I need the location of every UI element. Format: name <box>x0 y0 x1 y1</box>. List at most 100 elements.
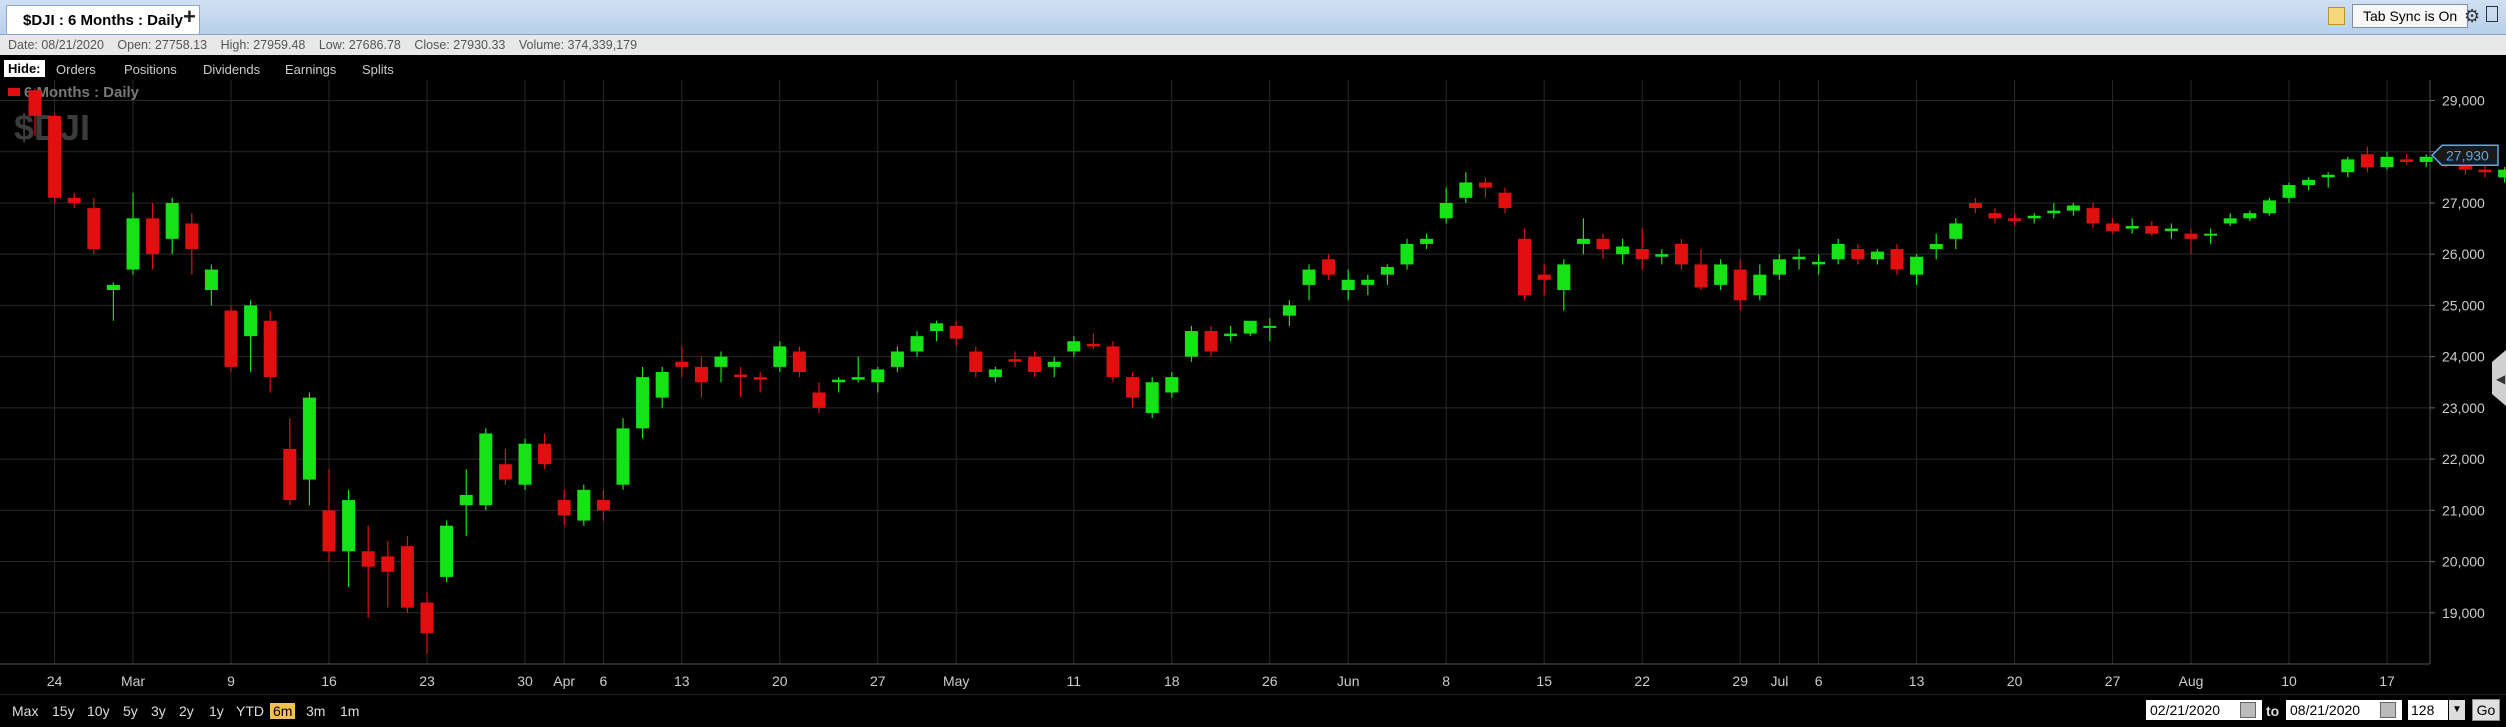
candle-body <box>715 357 728 367</box>
range-2y[interactable]: 2y <box>176 703 197 719</box>
y-tick-label: 27,000 <box>2442 195 2485 211</box>
chevron-down-icon[interactable]: ▼ <box>2449 700 2465 720</box>
hide-orders[interactable]: Orders <box>56 62 96 77</box>
candle <box>1577 218 1590 254</box>
candle-body <box>2087 208 2100 223</box>
candle-body <box>264 321 277 377</box>
candle <box>342 490 355 587</box>
candle-body <box>2341 159 2354 172</box>
candle-body <box>1303 270 1316 285</box>
range-1m[interactable]: 1m <box>337 703 362 719</box>
candle <box>2087 203 2100 229</box>
add-tab-button[interactable]: + <box>183 4 196 30</box>
candle-body <box>1087 344 1100 347</box>
candle <box>773 341 786 372</box>
range-3m[interactable]: 3m <box>303 703 328 719</box>
candle <box>1440 188 1453 224</box>
range-10y[interactable]: 10y <box>84 703 113 719</box>
tab-djx-chart[interactable]: $DJI : 6 Months : Daily <box>6 5 200 34</box>
candle <box>1479 177 1492 197</box>
candle <box>1989 208 2002 223</box>
candle <box>244 300 257 372</box>
candle <box>1734 259 1747 310</box>
candle <box>519 439 532 490</box>
candle <box>2420 154 2433 167</box>
x-tick-label: 22 <box>1634 673 1650 689</box>
candle-body <box>1871 252 1884 260</box>
candle-body <box>166 203 179 239</box>
candle-body <box>558 500 571 515</box>
candle <box>2283 182 2296 202</box>
range-15y[interactable]: 15y <box>49 703 78 719</box>
hide-positions[interactable]: Positions <box>124 62 177 77</box>
maximize-icon[interactable] <box>2486 6 2498 22</box>
range-1y[interactable]: 1y <box>206 703 227 719</box>
candle-body <box>1224 334 1237 337</box>
range-max[interactable]: Max <box>9 703 41 719</box>
candle-body <box>2283 185 2296 198</box>
candle-body <box>1655 254 1668 257</box>
candle <box>1793 249 1806 269</box>
candle-body <box>1263 326 1276 328</box>
candle-body <box>48 116 61 198</box>
gear-icon[interactable]: ⚙ <box>2464 6 2480 27</box>
candle-body <box>2224 218 2237 223</box>
candle-body <box>1342 280 1355 290</box>
bars-count-input[interactable]: 128 <box>2408 700 2448 720</box>
hide-splits[interactable]: Splits <box>362 62 394 77</box>
candle <box>1067 336 1080 356</box>
candle <box>911 331 924 357</box>
candle <box>1165 372 1178 398</box>
candle-body <box>1753 275 1766 295</box>
candle-body <box>2028 216 2041 219</box>
candle-body <box>1067 341 1080 351</box>
candle-body <box>1518 239 1531 295</box>
candle <box>538 433 551 469</box>
candle-body <box>1675 244 1688 264</box>
x-tick-label: 29 <box>1732 673 1748 689</box>
candle <box>1342 270 1355 301</box>
range-3y[interactable]: 3y <box>148 703 169 719</box>
y-tick-label: 26,000 <box>2442 246 2485 262</box>
candle <box>1420 234 1433 249</box>
x-tick-label: Mar <box>121 673 145 689</box>
hide-dividends[interactable]: Dividends <box>203 62 260 77</box>
candle-body <box>1714 264 1727 284</box>
candle-body <box>636 377 649 428</box>
x-tick-label: Aug <box>2179 673 2204 689</box>
candle <box>323 469 336 561</box>
candle-body <box>2047 211 2060 214</box>
candle <box>1107 341 1120 382</box>
hide-button[interactable]: Hide: <box>4 60 45 77</box>
calendar-icon[interactable] <box>2240 702 2256 718</box>
candle <box>754 372 767 392</box>
candle-body <box>421 603 434 634</box>
range-ytd[interactable]: YTD <box>233 703 267 719</box>
calendar-icon[interactable] <box>2380 702 2396 718</box>
candle-body <box>107 285 120 290</box>
tab-sync-button[interactable]: Tab Sync is On <box>2352 4 2468 28</box>
candlestick-chart[interactable]: $DJI 6 Months : Daily 19,00020,00021,000… <box>0 80 2506 694</box>
go-button[interactable]: Go <box>2472 699 2500 721</box>
candle-body <box>362 551 375 566</box>
range-5y[interactable]: 5y <box>120 703 141 719</box>
candle <box>636 367 649 439</box>
candle <box>832 377 845 392</box>
candle <box>1616 239 1629 265</box>
candle <box>225 305 238 372</box>
candle-body <box>2126 226 2139 229</box>
candle-body <box>950 326 963 339</box>
candle-body <box>1244 321 1257 334</box>
range-6m[interactable]: 6m <box>270 703 295 719</box>
candle-body <box>656 372 669 398</box>
hide-earnings[interactable]: Earnings <box>285 62 336 77</box>
candle-body <box>87 208 100 249</box>
candle <box>1263 318 1276 341</box>
candle-body <box>1597 239 1610 249</box>
candle <box>950 321 963 347</box>
notes-icon[interactable] <box>2328 7 2345 25</box>
candle-body <box>2361 154 2374 167</box>
candle <box>303 392 316 505</box>
candle-body <box>597 500 610 510</box>
candle <box>734 367 747 398</box>
